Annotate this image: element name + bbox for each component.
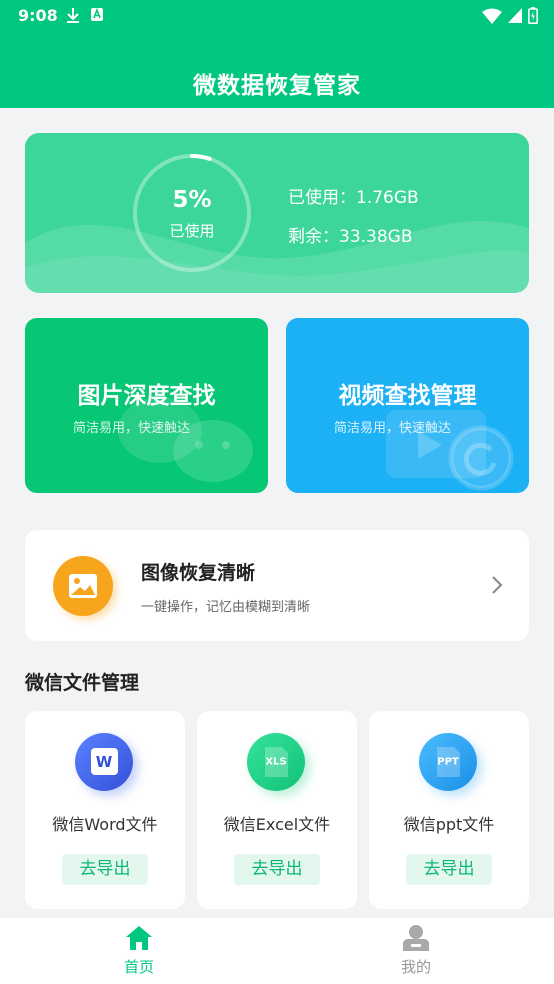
status-bar: 9:08 bbox=[0, 0, 554, 32]
person-icon bbox=[403, 925, 429, 951]
status-time: 9:08 bbox=[18, 6, 58, 25]
export-excel-button[interactable]: 去导出 bbox=[234, 854, 320, 885]
ppt-file-icon: PPT bbox=[419, 733, 477, 791]
image-restore-subtitle: 一键操作，记忆由模糊到清晰 bbox=[141, 600, 311, 615]
image-icon bbox=[53, 556, 113, 616]
page-title: 微数据恢复管家 bbox=[193, 73, 361, 99]
bottom-tab-bar: 首页 我的 bbox=[0, 918, 554, 984]
word-file-icon-text: W bbox=[95, 753, 113, 771]
storage-ring bbox=[133, 154, 251, 272]
wifi-icon bbox=[482, 8, 502, 24]
tab-home-label: 首页 bbox=[123, 958, 154, 976]
tab-mine-label: 我的 bbox=[400, 958, 431, 976]
storage-wave-decoration bbox=[25, 221, 529, 293]
export-ppt-button[interactable]: 去导出 bbox=[406, 854, 492, 885]
wechat-word-label: 微信Word文件 bbox=[52, 815, 158, 834]
image-restore-card[interactable]: 图像恢复清晰 一键操作，记忆由模糊到清晰 bbox=[25, 530, 529, 641]
storage-free: 剩余：33.38GB bbox=[288, 227, 413, 247]
wechat-ppt-label: 微信ppt文件 bbox=[403, 815, 495, 834]
chevron-right-icon bbox=[492, 576, 503, 594]
excel-file-icon: XLS bbox=[247, 733, 305, 791]
download-icon bbox=[67, 8, 79, 23]
storage-percent-label: 已使用 bbox=[169, 222, 215, 240]
app-header: 微数据恢复管家 bbox=[0, 32, 554, 108]
export-word-button[interactable]: 去导出 bbox=[62, 854, 148, 885]
home-icon bbox=[126, 926, 152, 950]
photo-deep-search-card[interactable]: 图片深度查找 简洁易用，快速触达 bbox=[25, 318, 268, 493]
storage-percent: 5% bbox=[172, 187, 212, 213]
wechat-ppt-card[interactable]: PPT 微信ppt文件 去导出 bbox=[369, 711, 529, 909]
tab-home[interactable]: 首页 bbox=[69, 918, 209, 984]
battery-icon bbox=[528, 7, 538, 24]
storage-used: 已使用：1.76GB bbox=[288, 188, 419, 208]
wechat-files-section-title: 微信文件管理 bbox=[25, 672, 140, 694]
photo-deep-search-subtitle: 简洁易用，快速触达 bbox=[73, 421, 191, 436]
signal-icon bbox=[508, 8, 522, 23]
wechat-excel-card[interactable]: XLS 微信Excel文件 去导出 bbox=[197, 711, 357, 909]
ppt-file-icon-text: PPT bbox=[437, 756, 459, 768]
wechat-excel-label: 微信Excel文件 bbox=[223, 815, 331, 834]
word-file-icon: W bbox=[75, 733, 133, 791]
wechat-word-card[interactable]: W 微信Word文件 去导出 bbox=[25, 711, 185, 909]
storage-card: 5% 已使用 已使用：1.76GB 剩余：33.38GB bbox=[25, 133, 529, 293]
photo-deep-search-title: 图片深度查找 bbox=[77, 383, 216, 409]
video-search-title: 视频查找管理 bbox=[338, 383, 477, 409]
image-restore-title: 图像恢复清晰 bbox=[141, 562, 256, 584]
video-search-subtitle: 简洁易用，快速触达 bbox=[334, 421, 452, 436]
font-icon bbox=[91, 7, 103, 21]
excel-file-icon-text: XLS bbox=[265, 756, 287, 768]
video-search-card[interactable]: 视频查找管理 简洁易用，快速触达 bbox=[286, 318, 529, 493]
tab-mine[interactable]: 我的 bbox=[346, 918, 486, 984]
